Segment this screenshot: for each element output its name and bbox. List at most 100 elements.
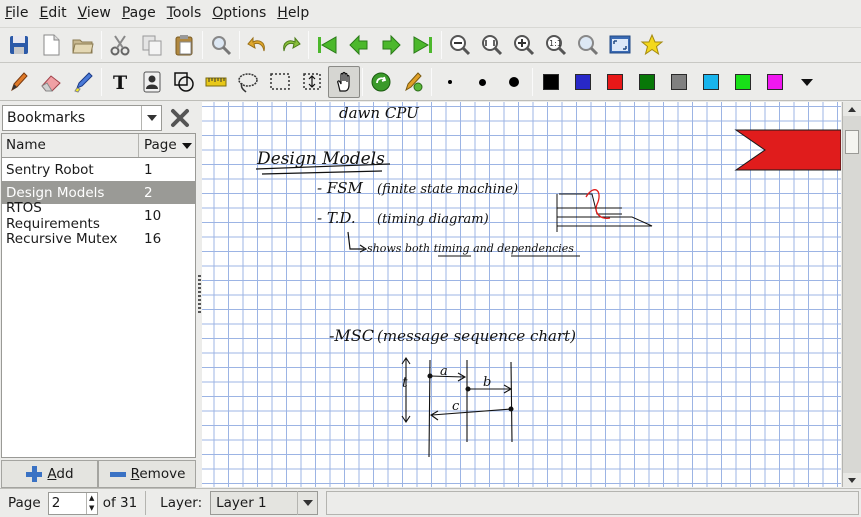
redo-button[interactable] xyxy=(274,29,306,61)
menu-edit[interactable]: Edit xyxy=(34,5,72,21)
highlighter-button[interactable] xyxy=(67,66,99,98)
panel-selector-dropdown[interactable]: Bookmarks xyxy=(2,105,162,131)
add-bookmark-button[interactable]: Add xyxy=(1,460,98,488)
fullscreen-button[interactable] xyxy=(604,29,636,61)
select-region-button[interactable] xyxy=(232,66,264,98)
cut-button[interactable] xyxy=(104,29,136,61)
bookmark-star-button[interactable] xyxy=(636,29,668,61)
select-rectangle-button[interactable] xyxy=(264,66,296,98)
msc-axis-label: t xyxy=(402,375,408,391)
menu-options[interactable]: Options xyxy=(207,5,272,21)
bookmark-page: 1 xyxy=(144,161,153,178)
menu-help[interactable]: Help xyxy=(272,5,315,21)
paste-button[interactable] xyxy=(168,29,200,61)
scrollbar-thumb[interactable] xyxy=(845,130,859,154)
page-count: of 31 xyxy=(102,495,138,511)
menu-file[interactable]: File xyxy=(0,5,34,21)
new-document-button[interactable] xyxy=(35,29,67,61)
save-button[interactable] xyxy=(3,29,35,61)
pen-button[interactable] xyxy=(3,66,35,98)
zoom-out-icon xyxy=(450,35,471,56)
bookmark-row[interactable]: Recursive Mutex 16 xyxy=(2,227,195,250)
scroll-down-button[interactable] xyxy=(843,473,861,487)
color-swatch-button[interactable] xyxy=(695,66,727,98)
page-number-value[interactable]: 2 xyxy=(49,495,86,511)
page-number-spinner[interactable]: 2 ▲ ▼ xyxy=(47,491,98,515)
ruler-button[interactable] xyxy=(200,66,232,98)
tools-toolbar: T xyxy=(0,64,861,101)
pen-size-medium-button[interactable] xyxy=(466,66,498,98)
select-rectangle-icon xyxy=(270,73,290,90)
color-swatch-button[interactable] xyxy=(535,66,567,98)
zoom-100-button[interactable]: 1:1 xyxy=(540,29,572,61)
bookmark-star-icon xyxy=(640,33,664,56)
color-swatch-button[interactable] xyxy=(631,66,663,98)
chevron-down-icon xyxy=(297,491,317,515)
next-page-button[interactable] xyxy=(375,29,407,61)
next-page-icon xyxy=(382,34,401,56)
zoom-100-icon: 1:1 xyxy=(546,35,567,56)
open-folder-button[interactable] xyxy=(67,29,99,61)
previous-page-button[interactable] xyxy=(343,29,375,61)
image-tool-button[interactable] xyxy=(136,66,168,98)
arrow-up-icon xyxy=(848,106,856,112)
zoom-in-button[interactable] xyxy=(508,29,540,61)
shape-recognizer-icon xyxy=(174,72,194,92)
vertical-space-button[interactable] xyxy=(296,66,328,98)
note-item-td: - T.D. xyxy=(317,209,356,227)
chevron-down-icon xyxy=(801,78,813,86)
journal-page-canvas[interactable]: dawn CPU Design Models - FSM (finite sta… xyxy=(202,102,841,487)
pen-size-thick-button[interactable] xyxy=(498,66,530,98)
status-message-area xyxy=(326,491,859,515)
bookmark-name: Design Models xyxy=(6,184,105,201)
zoom-out-button[interactable] xyxy=(444,29,476,61)
layer-value: Layer 1 xyxy=(216,495,267,511)
panel-resize-handle[interactable] xyxy=(198,275,201,315)
vertical-scrollbar[interactable] xyxy=(842,102,861,487)
scroll-up-button[interactable] xyxy=(843,102,861,116)
toolbar-overflow-button[interactable] xyxy=(791,66,823,98)
undo-icon xyxy=(247,36,265,52)
remove-bookmark-button[interactable]: Remove xyxy=(98,460,196,488)
color-swatch-button[interactable] xyxy=(663,66,695,98)
bookmarks-table-header: Name Page xyxy=(2,134,195,158)
column-header-page[interactable]: Page xyxy=(139,134,195,157)
pen-size-thin-button[interactable] xyxy=(434,66,466,98)
first-page-button[interactable] xyxy=(311,29,343,61)
menu-page[interactable]: Page xyxy=(117,5,162,21)
menu-tools[interactable]: Tools xyxy=(162,5,208,21)
msc-message-a: a xyxy=(440,364,448,379)
zoom-in-icon xyxy=(514,35,535,56)
spin-down-icon[interactable]: ▼ xyxy=(89,504,94,512)
undo-button[interactable] xyxy=(242,29,274,61)
find-icon xyxy=(212,36,232,56)
bookmark-row[interactable]: Sentry Robot 1 xyxy=(2,158,195,181)
main-toolbar: 1:1 xyxy=(0,27,861,63)
close-panel-button[interactable] xyxy=(168,106,192,130)
last-page-button[interactable] xyxy=(407,29,439,61)
layer-dropdown[interactable]: Layer 1 xyxy=(210,491,319,515)
menu-view[interactable]: View xyxy=(73,5,117,21)
shape-recognizer-button[interactable] xyxy=(168,66,200,98)
column-header-name[interactable]: Name xyxy=(2,134,139,157)
text-tool-button[interactable]: T xyxy=(104,66,136,98)
spin-up-icon[interactable]: ▲ xyxy=(89,494,94,502)
default-pen-button[interactable] xyxy=(365,66,397,98)
save-icon xyxy=(10,36,28,54)
color-swatch-button[interactable] xyxy=(727,66,759,98)
bookmark-page: 2 xyxy=(144,184,153,201)
zoom-fit-button[interactable] xyxy=(476,29,508,61)
color-swatch-button[interactable] xyxy=(567,66,599,98)
find-button[interactable] xyxy=(205,29,237,61)
color-swatch xyxy=(703,74,719,90)
column-header-page-label: Page xyxy=(144,137,177,153)
color-swatch-button[interactable] xyxy=(759,66,791,98)
hand-tool-button[interactable] xyxy=(328,66,360,98)
eraser-button[interactable] xyxy=(35,66,67,98)
pen-settings-button[interactable] xyxy=(397,66,429,98)
copy-icon xyxy=(142,35,162,56)
copy-button[interactable] xyxy=(136,29,168,61)
color-swatch-button[interactable] xyxy=(599,66,631,98)
bookmark-row[interactable]: RTOS Requirements 10 xyxy=(2,200,195,232)
zoom-find-button[interactable] xyxy=(572,29,604,61)
